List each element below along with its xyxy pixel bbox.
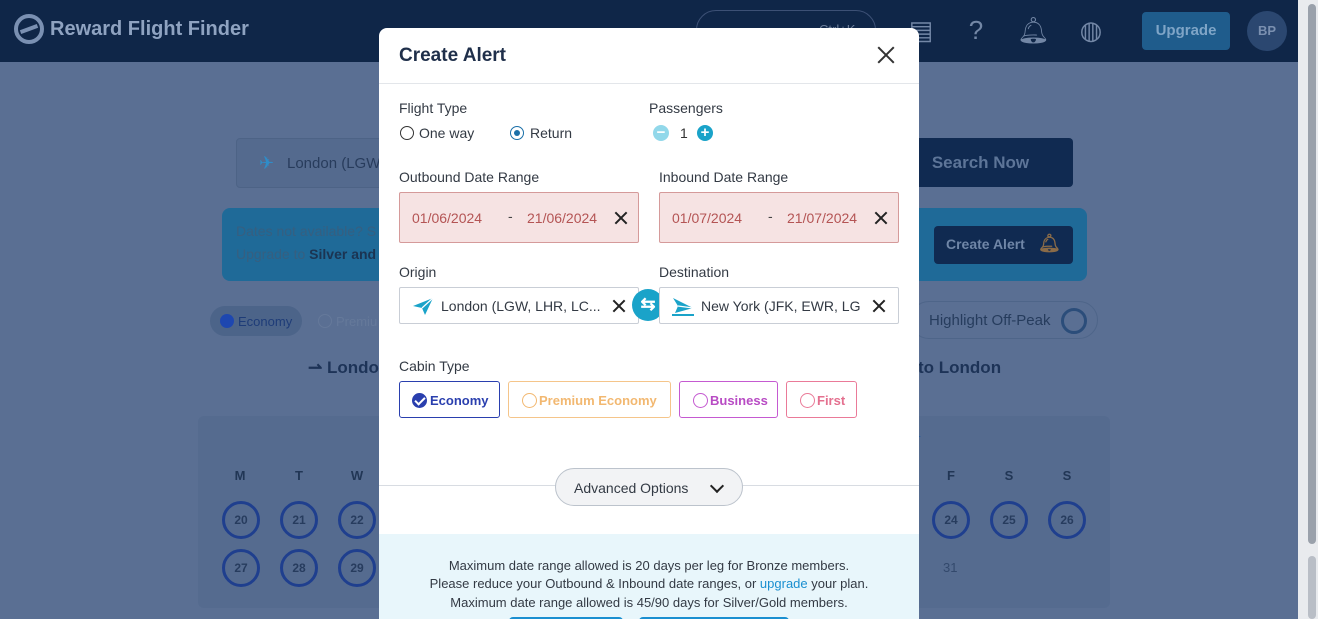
bg-origin-field[interactable]: ✈ London (LGW, [236, 138, 386, 188]
scrollbar-track-lower [1308, 556, 1316, 619]
notice-line-2: Please reduce your Outbound & Inbound da… [429, 576, 869, 591]
radio-return[interactable] [510, 126, 524, 140]
calendar-day[interactable]: 27 [222, 549, 260, 587]
alerts-icon[interactable]: 🔔︎ [1017, 14, 1050, 46]
bg-cabin-chip-economy[interactable]: Economy [210, 306, 302, 336]
chevron-down-icon [709, 478, 725, 494]
plane-icon: ✈ [259, 153, 275, 173]
weekday-label: S [1062, 468, 1072, 483]
notice-line-3: Maximum date range allowed is 45/90 days… [450, 595, 848, 610]
origin-label: Origin [399, 264, 437, 280]
origin-field[interactable]: London (LGW, LHR, LC... [399, 287, 639, 324]
radio-return-label[interactable]: Return [530, 125, 572, 141]
destination-field[interactable]: New York (JFK, EWR, LG... [659, 287, 899, 324]
calendar-day[interactable]: 26 [1048, 501, 1086, 539]
destination-label: Destination [659, 264, 730, 280]
plane-landing-icon [672, 298, 694, 316]
create-alert-modal: Create Alert Flight Type One way Return … [379, 28, 919, 619]
date-separator: - [768, 208, 773, 224]
calendar-day[interactable]: 28 [280, 549, 318, 587]
radio-icon [693, 393, 708, 408]
advanced-options-toggle[interactable]: Advanced Options [555, 468, 743, 506]
passenger-count: 1 [680, 125, 688, 141]
create-alert-label: Create Alert [946, 236, 1025, 252]
check-icon [220, 314, 234, 328]
flight-type-label: Flight Type [399, 100, 468, 116]
banner-line-1: Dates not available? S [236, 223, 377, 239]
plane-takeoff-icon [413, 297, 434, 315]
notice-line-1: Maximum date range allowed is 20 days pe… [448, 558, 850, 573]
passenger-decrement-button[interactable]: − [653, 125, 669, 141]
upgrade-link[interactable]: upgrade [760, 576, 808, 591]
calendar-day[interactable]: 20 [222, 501, 260, 539]
cabin-option-economy[interactable]: Economy [399, 381, 500, 418]
radio-one-way-label[interactable]: One way [419, 125, 474, 141]
radio-icon [522, 393, 537, 408]
inbound-end-date[interactable]: 21/07/2024 [787, 210, 857, 226]
modal-header: Create Alert [379, 28, 919, 84]
scrollbar-thumb[interactable] [1308, 4, 1316, 544]
inbound-start-date[interactable]: 01/07/2024 [672, 210, 742, 226]
help-icon[interactable]: ? [961, 14, 991, 46]
weekday-label: W [350, 468, 364, 483]
passenger-increment-button[interactable]: + [697, 125, 713, 141]
weekday-label: M [234, 468, 246, 483]
globe-icon[interactable]: ◍ [1076, 14, 1106, 46]
weekday-label: F [947, 468, 955, 483]
calendar-day[interactable]: 22 [338, 501, 376, 539]
banner-line-2: Upgrade to Silver and [236, 246, 377, 262]
weekday-label: T [295, 468, 303, 483]
cabin-type-label: Cabin Type [399, 358, 470, 374]
inbound-date-range-field[interactable]: 01/07/2024 - 21/07/2024 [659, 192, 899, 243]
cabin-option-premium-economy[interactable]: Premium Economy [508, 381, 671, 418]
outbound-date-range-field[interactable]: 01/06/2024 - 21/06/2024 [399, 192, 639, 243]
calendar-day[interactable]: 31 [943, 560, 957, 575]
avatar[interactable]: BP [1247, 11, 1287, 51]
close-icon[interactable] [875, 44, 897, 66]
cabin-option-business[interactable]: Business [679, 381, 778, 418]
clear-inbound-icon[interactable] [874, 211, 888, 225]
toggle-icon [1061, 308, 1087, 334]
logo-icon [14, 14, 44, 44]
bell-icon: 🔔︎ [1038, 233, 1061, 253]
outbound-end-date[interactable]: 21/06/2024 [527, 210, 597, 226]
calendar-day[interactable]: 21 [280, 501, 318, 539]
route-title-outbound: ⇀ Londo [308, 358, 379, 377]
highlight-offpeak-toggle[interactable]: Highlight Off-Peak [910, 301, 1098, 339]
calendar-day[interactable]: 25 [990, 501, 1028, 539]
calendar-day[interactable]: 29 [338, 549, 376, 587]
weekday-label: S [1004, 468, 1014, 483]
logo[interactable]: Reward Flight Finder [14, 14, 249, 44]
origin-value: London (LGW, LHR, LC... [441, 298, 601, 314]
date-separator: - [508, 208, 513, 224]
clear-destination-icon[interactable] [872, 299, 886, 313]
upgrade-button[interactable]: Upgrade [1142, 12, 1230, 50]
create-alert-button[interactable]: Create Alert 🔔︎ [934, 226, 1073, 264]
calendar-day[interactable]: 24 [932, 501, 970, 539]
clear-outbound-icon[interactable] [614, 211, 628, 225]
radio-one-way[interactable] [400, 126, 414, 140]
logo-text: Reward Flight Finder [50, 17, 249, 40]
bg-origin-value: London (LGW, [287, 155, 384, 172]
bg-cabin-chip-premium[interactable]: Premiu [308, 306, 380, 336]
destination-value: New York (JFK, EWR, LG... [701, 298, 861, 314]
radio-icon [800, 393, 815, 408]
clear-origin-icon[interactable] [612, 299, 626, 313]
modal-title: Create Alert [399, 45, 507, 66]
passengers-label: Passengers [649, 100, 723, 116]
checked-icon [412, 393, 427, 408]
date-range-notice: Maximum date range allowed is 20 days pe… [379, 534, 919, 619]
inbound-date-label: Inbound Date Range [659, 169, 789, 185]
radio-icon [318, 314, 332, 328]
outbound-date-label: Outbound Date Range [399, 169, 540, 185]
route-title-inbound: to London [918, 358, 1002, 377]
outbound-start-date[interactable]: 01/06/2024 [412, 210, 482, 226]
cabin-option-first[interactable]: First [786, 381, 857, 418]
